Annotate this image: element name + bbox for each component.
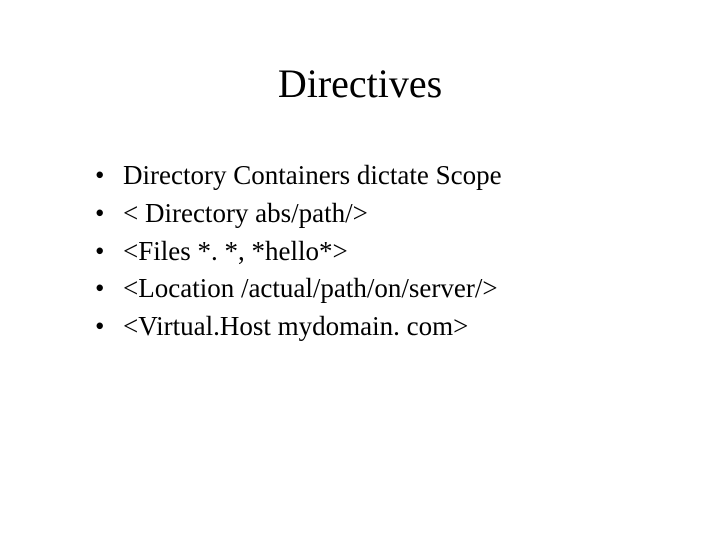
list-item: <Files *. *, *hello*> (95, 233, 720, 271)
list-item: Directory Containers dictate Scope (95, 157, 720, 195)
slide: Directives Directory Containers dictate … (0, 0, 720, 540)
list-item: < Directory abs/path/> (95, 195, 720, 233)
slide-title: Directives (0, 60, 720, 107)
list-item: <Virtual.Host mydomain. com> (95, 308, 720, 346)
bullet-list: Directory Containers dictate Scope < Dir… (0, 157, 720, 346)
list-item: <Location /actual/path/on/server/> (95, 270, 720, 308)
